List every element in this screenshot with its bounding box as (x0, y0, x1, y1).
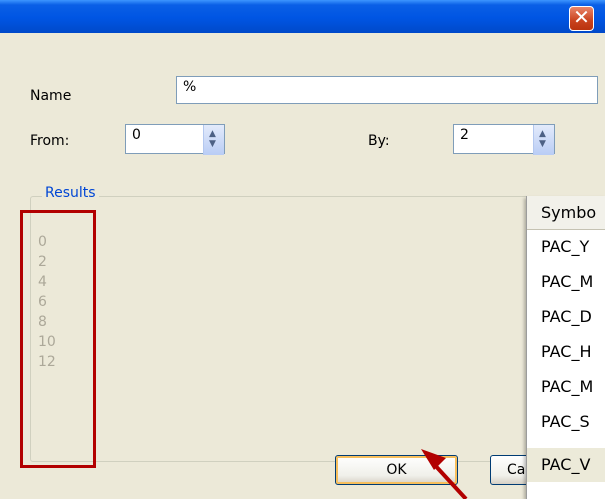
pointer-arrow-icon (421, 449, 468, 499)
counter-dialog: ✕ Name % From: 0 ▲ ▼ By: 2 ▲ ▼ Results 0… (0, 0, 605, 499)
